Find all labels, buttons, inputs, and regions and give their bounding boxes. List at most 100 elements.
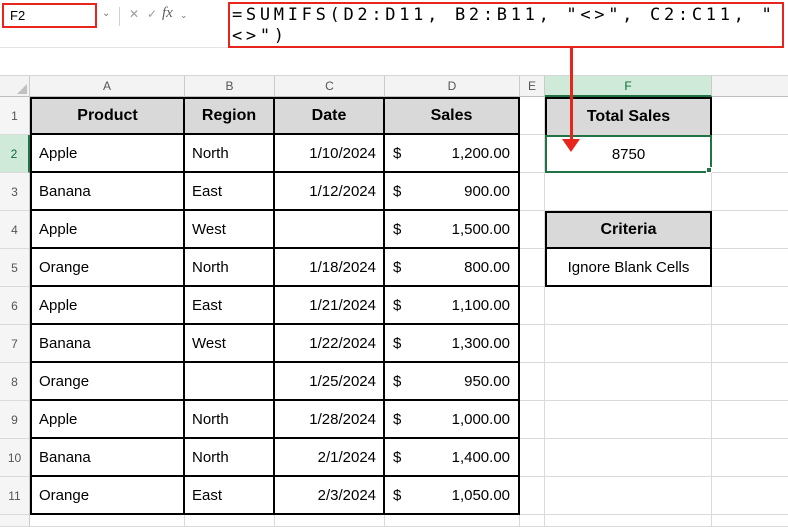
cell-F7[interactable] xyxy=(545,325,712,363)
cell-G7[interactable] xyxy=(712,325,788,363)
cell-C9[interactable]: 1/28/2024 xyxy=(275,401,385,439)
cell-A3[interactable]: Banana xyxy=(30,173,185,211)
cell-B8[interactable] xyxy=(185,363,275,401)
cell-C6[interactable]: 1/21/2024 xyxy=(275,287,385,325)
cell-D2[interactable]: $1,200.00 xyxy=(385,135,520,173)
column-header-A[interactable]: A xyxy=(30,76,185,97)
row-header-1[interactable]: 1 xyxy=(0,97,30,135)
cell-G6[interactable] xyxy=(712,287,788,325)
cell-D7[interactable]: $1,300.00 xyxy=(385,325,520,363)
formula-input[interactable]: =SUMIFS(D2:D11, B2:B11, "<>", C2:C11, "<… xyxy=(228,2,784,48)
enter-icon[interactable]: ✓ xyxy=(147,7,157,21)
cell-B10[interactable]: North xyxy=(185,439,275,477)
cell-D11[interactable]: $1,050.00 xyxy=(385,477,520,515)
cell-G5[interactable] xyxy=(712,249,788,287)
cell-G3[interactable] xyxy=(712,173,788,211)
cell-F3[interactable] xyxy=(545,173,712,211)
row-header-9[interactable]: 9 xyxy=(0,401,30,439)
cell-A8[interactable]: Orange xyxy=(30,363,185,401)
cell-F8[interactable] xyxy=(545,363,712,401)
fx-dropdown-icon[interactable]: ⌄ xyxy=(180,10,188,21)
name-box[interactable]: F2 xyxy=(2,3,97,28)
cell-E2[interactable] xyxy=(520,135,545,173)
cell-E5[interactable] xyxy=(520,249,545,287)
cell-G2[interactable] xyxy=(712,135,788,173)
cell-D12[interactable] xyxy=(385,515,520,527)
cell-C7[interactable]: 1/22/2024 xyxy=(275,325,385,363)
cell-B6[interactable]: East xyxy=(185,287,275,325)
cell-G4[interactable] xyxy=(712,211,788,249)
row-header-2-selected[interactable]: 2 xyxy=(0,135,30,173)
cell-C12[interactable] xyxy=(275,515,385,527)
column-header-B[interactable]: B xyxy=(185,76,275,97)
cell-B12[interactable] xyxy=(185,515,275,527)
cell-A4[interactable]: Apple xyxy=(30,211,185,249)
cell-E8[interactable] xyxy=(520,363,545,401)
cell-C8[interactable]: 1/25/2024 xyxy=(275,363,385,401)
row-header-3[interactable]: 3 xyxy=(0,173,30,211)
cell-C11[interactable]: 2/3/2024 xyxy=(275,477,385,515)
fill-handle[interactable] xyxy=(706,167,712,173)
row-header-5[interactable]: 5 xyxy=(0,249,30,287)
cell-C1[interactable]: Date xyxy=(275,97,385,135)
cell-D1[interactable]: Sales xyxy=(385,97,520,135)
row-header-10[interactable]: 10 xyxy=(0,439,30,477)
cell-D8[interactable]: $950.00 xyxy=(385,363,520,401)
cell-A2[interactable]: Apple xyxy=(30,135,185,173)
cancel-icon[interactable]: ✕ xyxy=(129,7,139,21)
cell-E9[interactable] xyxy=(520,401,545,439)
cell-D9[interactable]: $1,000.00 xyxy=(385,401,520,439)
row-header-12[interactable] xyxy=(0,515,30,527)
cell-F12[interactable] xyxy=(545,515,712,527)
cell-A12[interactable] xyxy=(30,515,185,527)
cell-E6[interactable] xyxy=(520,287,545,325)
name-box-dropdown-icon[interactable]: ⌄ xyxy=(102,8,110,19)
row-header-8[interactable]: 8 xyxy=(0,363,30,401)
cell-D3[interactable]: $900.00 xyxy=(385,173,520,211)
cell-C4[interactable] xyxy=(275,211,385,249)
cell-G1[interactable] xyxy=(712,97,788,135)
cell-B2[interactable]: North xyxy=(185,135,275,173)
cell-C10[interactable]: 2/1/2024 xyxy=(275,439,385,477)
cell-G9[interactable] xyxy=(712,401,788,439)
cell-D5[interactable]: $800.00 xyxy=(385,249,520,287)
cell-E10[interactable] xyxy=(520,439,545,477)
cell-D4[interactable]: $1,500.00 xyxy=(385,211,520,249)
column-header-E[interactable]: E xyxy=(520,76,545,97)
cell-B9[interactable]: North xyxy=(185,401,275,439)
cell-A1[interactable]: Product xyxy=(30,97,185,135)
cell-E3[interactable] xyxy=(520,173,545,211)
cell-E11[interactable] xyxy=(520,477,545,515)
cell-F9[interactable] xyxy=(545,401,712,439)
cell-F10[interactable] xyxy=(545,439,712,477)
cell-F5[interactable]: Ignore Blank Cells xyxy=(545,249,712,287)
cell-G11[interactable] xyxy=(712,477,788,515)
cell-D6[interactable]: $1,100.00 xyxy=(385,287,520,325)
cell-A6[interactable]: Apple xyxy=(30,287,185,325)
row-header-11[interactable]: 11 xyxy=(0,477,30,515)
cell-A10[interactable]: Banana xyxy=(30,439,185,477)
cell-B5[interactable]: North xyxy=(185,249,275,287)
column-header-D[interactable]: D xyxy=(385,76,520,97)
cell-G12[interactable] xyxy=(712,515,788,527)
cell-G10[interactable] xyxy=(712,439,788,477)
cell-E4[interactable] xyxy=(520,211,545,249)
column-header-C[interactable]: C xyxy=(275,76,385,97)
select-all-corner[interactable] xyxy=(0,76,30,97)
cell-E12[interactable] xyxy=(520,515,545,527)
cell-F4[interactable]: Criteria xyxy=(545,211,712,249)
cell-B1[interactable]: Region xyxy=(185,97,275,135)
cell-F11[interactable] xyxy=(545,477,712,515)
cell-E7[interactable] xyxy=(520,325,545,363)
cell-A9[interactable]: Apple xyxy=(30,401,185,439)
cell-C2[interactable]: 1/10/2024 xyxy=(275,135,385,173)
cell-A11[interactable]: Orange xyxy=(30,477,185,515)
cell-B4[interactable]: West xyxy=(185,211,275,249)
cell-A5[interactable]: Orange xyxy=(30,249,185,287)
cell-A7[interactable]: Banana xyxy=(30,325,185,363)
cell-B3[interactable]: East xyxy=(185,173,275,211)
insert-function-icon[interactable]: fx xyxy=(162,5,173,22)
cell-B7[interactable]: West xyxy=(185,325,275,363)
cell-B11[interactable]: East xyxy=(185,477,275,515)
row-header-4[interactable]: 4 xyxy=(0,211,30,249)
